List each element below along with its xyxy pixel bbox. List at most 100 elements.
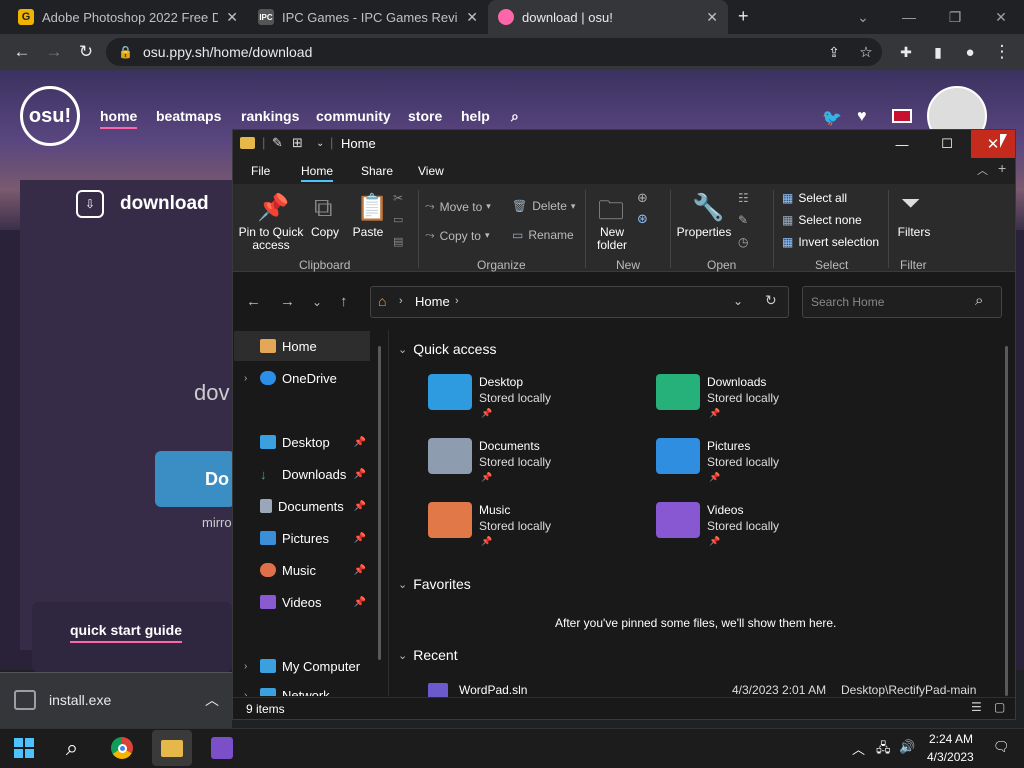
osu-nav-store[interactable]: store <box>408 108 442 124</box>
chevron-up-icon[interactable]: ︿ <box>205 690 219 710</box>
new-folder-button[interactable]: New folder <box>594 226 630 252</box>
heart-icon[interactable]: ♥ <box>857 108 867 126</box>
paste-shortcut-icon[interactable]: ▤ <box>393 235 403 248</box>
ribbon-collapse-icon[interactable]: ︿ <box>977 162 988 178</box>
close-icon[interactable]: ✕ <box>466 9 478 26</box>
open-icon[interactable]: ☷ <box>738 191 749 205</box>
address-bar[interactable]: 🔒 osu.ppy.sh/home/download <box>106 38 882 66</box>
content-scrollbar[interactable] <box>1005 346 1008 696</box>
move-to-button[interactable]: ⤳ Move to ▾ <box>425 199 491 214</box>
copy-to-button[interactable]: ⤳ Copy to ▾ <box>425 228 490 243</box>
copy-path-icon[interactable]: ▭ <box>393 213 403 226</box>
recent-locations-chevron-icon[interactable]: ⌄ <box>312 295 322 309</box>
forward-arrow-icon[interactable]: → <box>280 293 295 310</box>
breadcrumb-separator-icon[interactable]: › <box>399 295 403 307</box>
breadcrumb-separator-icon[interactable]: › <box>455 295 459 307</box>
copy-button[interactable]: Copy <box>308 226 342 239</box>
quick-access-tile-downloads[interactable]: Downloads Stored locally 📌 <box>656 374 856 430</box>
osu-nav-help[interactable]: help <box>461 108 490 124</box>
refresh-icon[interactable]: ↻ <box>765 292 777 309</box>
chevron-up-icon[interactable]: ︿ <box>852 739 865 758</box>
edit-icon[interactable]: ✎ <box>738 213 748 227</box>
osu-mirror-link[interactable]: mirro <box>202 515 232 530</box>
chevron-down-icon[interactable]: ⌄ <box>316 138 324 149</box>
forward-arrow-icon[interactable]: → <box>38 34 70 70</box>
browser-tab-1[interactable]: G Adobe Photoshop 2022 Free Dow ✕ <box>8 0 248 34</box>
chevron-down-icon[interactable]: ⌄ <box>733 294 743 308</box>
osu-nav-beatmaps[interactable]: beatmaps <box>156 108 221 124</box>
close-button[interactable]: ✕ <box>971 130 1015 158</box>
quick-access-header[interactable]: ⌄ Quick access <box>398 341 496 357</box>
chevron-right-icon[interactable]: › <box>244 373 258 384</box>
download-filename[interactable]: install.exe <box>49 692 111 708</box>
osu-nav-home[interactable]: home <box>100 108 138 129</box>
quick-access-tile-documents[interactable]: Documents Stored locally 📌 <box>428 438 628 494</box>
quick-access-tile-videos[interactable]: Videos Stored locally 📌 <box>656 502 856 558</box>
new-folder-icon[interactable]: ⊞ <box>292 135 303 151</box>
close-icon[interactable]: ✕ <box>226 9 238 26</box>
recent-header[interactable]: ⌄ Recent <box>398 647 458 663</box>
menu-kebab-icon[interactable]: ⋮ <box>986 34 1018 70</box>
search-icon[interactable]: ⌕ <box>975 292 983 309</box>
invert-selection-button[interactable]: ▦ Invert selection <box>782 235 879 249</box>
extensions-icon[interactable]: ✚ <box>890 34 922 70</box>
details-view-icon[interactable]: ☰ <box>971 700 982 714</box>
up-arrow-icon[interactable]: ↑ <box>340 293 348 310</box>
close-icon[interactable]: ✕ <box>706 9 718 26</box>
cut-icon[interactable]: ✂ <box>393 191 403 205</box>
visual-studio-icon[interactable] <box>202 730 242 766</box>
new-tab-icon[interactable]: + <box>998 160 1006 176</box>
minimize-button[interactable]: — <box>886 0 932 34</box>
quick-access-tile-pictures[interactable]: Pictures Stored locally 📌 <box>656 438 856 494</box>
quick-access-tile-music[interactable]: Music Stored locally 📌 <box>428 502 628 558</box>
new-item-icon[interactable]: ⊕ <box>637 190 648 206</box>
minimize-button[interactable]: — <box>880 130 924 158</box>
nav-item-downloads[interactable]: ↓ Downloads 📌 <box>234 459 370 489</box>
maximize-button[interactable]: ☐ <box>925 130 969 158</box>
uk-flag-icon[interactable] <box>892 109 912 123</box>
chrome-icon[interactable] <box>102 730 142 766</box>
share-icon[interactable]: ⇪ <box>818 34 850 70</box>
windows-start-icon[interactable] <box>4 730 44 766</box>
tab-home[interactable]: Home <box>301 164 334 182</box>
reload-icon[interactable]: ↻ <box>70 34 102 70</box>
history-icon[interactable]: ◷ <box>738 235 748 249</box>
back-arrow-icon[interactable]: ← <box>246 293 261 310</box>
tiles-view-icon[interactable]: ▢ <box>994 700 1005 714</box>
profile-icon[interactable]: ● <box>954 34 986 70</box>
clock-date[interactable]: 4/3/2023 <box>927 750 974 764</box>
new-tab-button[interactable]: + <box>738 6 749 27</box>
bookmark-star-icon[interactable]: ☆ <box>850 34 882 70</box>
tab-view[interactable]: View <box>418 164 444 178</box>
filters-button[interactable]: Filters <box>894 226 934 239</box>
osu-nav-community[interactable]: community <box>316 108 391 124</box>
volume-icon[interactable]: 🔊 <box>899 739 915 755</box>
tab-file[interactable]: File <box>251 164 270 178</box>
osu-download-button[interactable]: Do <box>155 451 235 507</box>
easy-access-icon[interactable]: ⊛ <box>637 211 648 227</box>
chevron-right-icon[interactable]: › <box>244 661 258 672</box>
select-none-button[interactable]: ▦ Select none <box>782 213 862 227</box>
pin-to-quick-access-button[interactable]: Pin to Quick access <box>238 226 304 252</box>
nav-item-videos[interactable]: Videos 📌 <box>234 587 370 617</box>
tab-share[interactable]: Share <box>361 164 393 178</box>
twitter-icon[interactable]: 🐦 <box>822 108 842 128</box>
nav-item-onedrive[interactable]: › OneDrive <box>234 363 370 393</box>
close-window-button[interactable]: ✕ <box>978 0 1024 34</box>
search-icon[interactable]: ⌕ <box>52 730 92 766</box>
back-arrow-icon[interactable]: ← <box>6 34 38 70</box>
nav-item-network[interactable]: › Network <box>234 683 370 696</box>
osu-nav-rankings[interactable]: rankings <box>241 108 299 124</box>
side-panel-icon[interactable]: ▮ <box>922 34 954 70</box>
nav-item-my-computer[interactable]: › My Computer <box>234 651 370 681</box>
chevron-down-icon[interactable]: ⌄ <box>840 0 886 34</box>
paste-button[interactable]: Paste <box>350 226 386 239</box>
nav-item-music[interactable]: Music 📌 <box>234 555 370 585</box>
quick-access-tile-desktop[interactable]: Desktop Stored locally 📌 <box>428 374 628 430</box>
properties-icon[interactable]: ✎ <box>272 135 283 151</box>
search-icon[interactable]: ⌕ <box>511 108 519 125</box>
notifications-icon[interactable]: 🗨 <box>993 739 1010 755</box>
browser-tab-3[interactable]: download | osu! ✕ <box>488 0 728 34</box>
select-all-button[interactable]: ▦ Select all <box>782 191 847 205</box>
browser-tab-2[interactable]: IPC IPC Games - IPC Games Reviews ✕ <box>248 0 488 34</box>
